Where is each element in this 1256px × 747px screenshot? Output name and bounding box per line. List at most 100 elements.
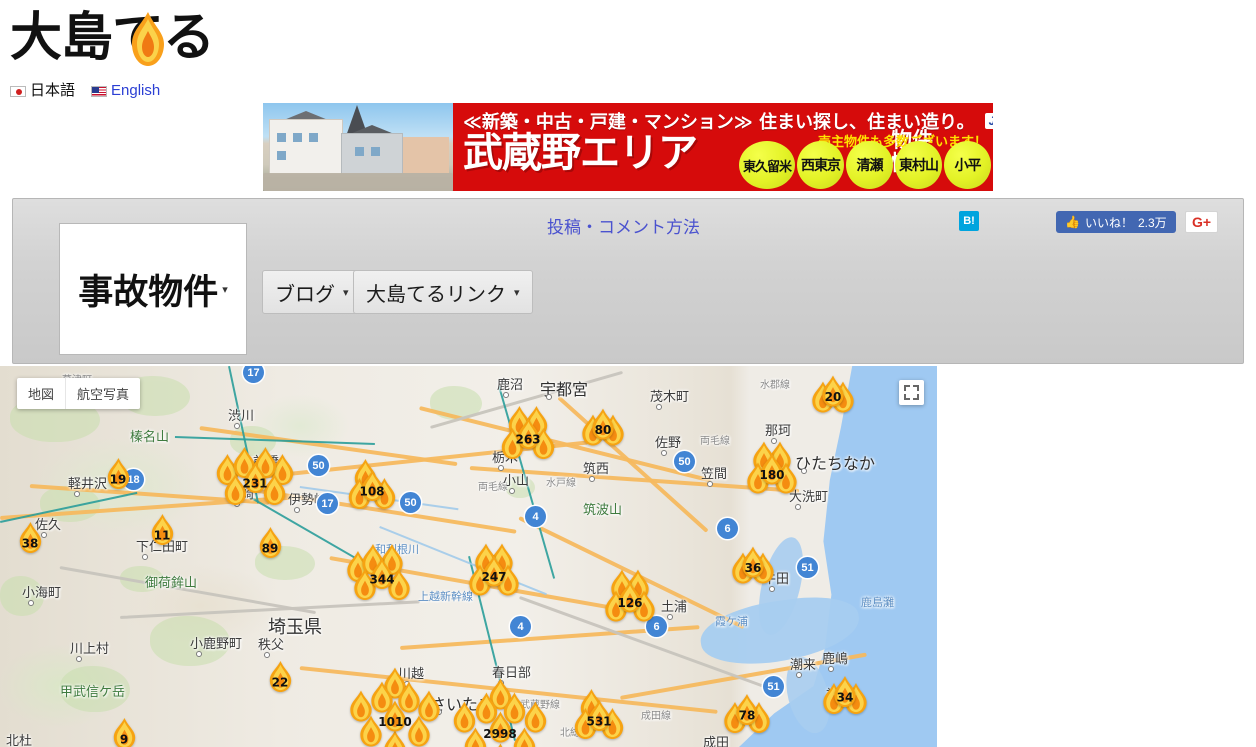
banner-area-chip[interactable]: 清瀬 bbox=[846, 141, 893, 189]
banner-main-text: 武蔵野エリア bbox=[463, 130, 698, 176]
flame-icon bbox=[19, 522, 42, 553]
map-place-dot bbox=[142, 554, 148, 560]
fullscreen-icon[interactable] bbox=[899, 380, 924, 405]
map-incident-marker[interactable]: 344 bbox=[347, 540, 413, 608]
map-incident-marker[interactable]: 2998 bbox=[453, 678, 547, 747]
post-comment-method-link[interactable]: 投稿・コメント方法 bbox=[547, 213, 700, 238]
flame-icon bbox=[761, 453, 783, 485]
flame-icon bbox=[113, 718, 136, 747]
map-place-label: 土浦 bbox=[661, 599, 688, 614]
map-incident-marker[interactable]: 1010 bbox=[350, 667, 440, 747]
map-place-label: 鹿島灘 bbox=[861, 597, 894, 609]
facebook-like-button[interactable]: 👍 いいね！ 2.3万 bbox=[1056, 211, 1176, 233]
map-incident-marker[interactable]: 531 bbox=[574, 689, 624, 743]
banner-area-chip[interactable]: 西東京 bbox=[797, 141, 844, 189]
map-place-label: 茂木町 bbox=[650, 389, 690, 404]
map-incident-marker[interactable]: 126 bbox=[605, 569, 656, 626]
map-route-shield: 50 bbox=[308, 455, 329, 476]
flame-icon bbox=[834, 676, 856, 707]
map-place-dot bbox=[656, 404, 662, 410]
flame-icon bbox=[259, 527, 282, 558]
map-place-dot bbox=[234, 423, 240, 429]
google-plus-button[interactable]: G+ bbox=[1185, 211, 1218, 233]
map-route-shield: 51 bbox=[797, 557, 818, 578]
map-place-label: 水戸線 bbox=[546, 478, 576, 489]
language-link-japanese[interactable]: 日本語 bbox=[10, 82, 75, 100]
map-place-dot bbox=[294, 507, 300, 513]
map-incident-marker[interactable]: 22 bbox=[263, 658, 297, 696]
language-link-english[interactable]: English bbox=[91, 82, 160, 100]
map-place-label: 両毛線 bbox=[700, 436, 730, 447]
map-canvas[interactable]: 草津町渋川宇都宮鹿沼茂木町那珂榛名山軽井沢佐久前橋高崎伊勢崎栃木両毛線小山水戸線… bbox=[0, 366, 937, 747]
flame-icon bbox=[736, 694, 758, 725]
map-place-label: 甲武信ケ岳 bbox=[60, 684, 126, 699]
map-place-label: ひたちなか bbox=[795, 456, 876, 473]
flame-icon bbox=[742, 546, 764, 578]
flame-icon bbox=[483, 555, 505, 587]
map-type-controls[interactable]: 地図 航空写真 bbox=[17, 378, 141, 409]
map-place-dot bbox=[769, 586, 775, 592]
language-label-japanese: 日本語 bbox=[30, 82, 76, 99]
map-incident-marker[interactable]: 20 bbox=[812, 371, 854, 413]
map-route-shield: 50 bbox=[400, 492, 421, 513]
map-place-dot bbox=[589, 476, 595, 482]
map-incident-marker[interactable]: 34 bbox=[823, 669, 867, 715]
banner-area-chip[interactable]: 東久留米 bbox=[739, 141, 795, 189]
language-bar: 日本語 English bbox=[10, 81, 160, 101]
hatena-bookmark-button[interactable]: B! bbox=[959, 211, 979, 231]
banner-ad-photo bbox=[263, 103, 453, 191]
flame-icon bbox=[384, 700, 406, 732]
map-incident-marker[interactable]: 36 bbox=[732, 542, 774, 584]
map-incident-marker[interactable]: 19 bbox=[101, 455, 135, 493]
thumbs-up-icon: 👍 bbox=[1065, 215, 1080, 229]
map-place-label: 北杜 bbox=[6, 733, 33, 747]
map-incident-marker[interactable]: 263 bbox=[501, 404, 555, 464]
map-incident-marker[interactable]: 89 bbox=[253, 524, 287, 562]
map-place-dot bbox=[795, 504, 801, 510]
map-place-dot bbox=[509, 488, 515, 494]
map-incident-marker[interactable]: 80 bbox=[582, 404, 624, 446]
banner-brand-jgroup: Jgroup bbox=[984, 113, 993, 129]
nav-button-blog[interactable]: ブログ ▾ bbox=[262, 270, 362, 314]
navigation-panel: 投稿・コメント方法 B! 👍 いいね！ 2.3万 G+ 事故物件 ▾ ブログ ▾… bbox=[12, 198, 1244, 364]
map-incident-marker[interactable]: 38 bbox=[13, 519, 47, 557]
flag-usa-icon bbox=[91, 85, 108, 97]
page-root: 大島てる 日本語 English ≪新築・中古・戸建・マンション≫ 住まい探し、… bbox=[0, 0, 1256, 747]
nav-button-oshimaland-links[interactable]: 大島てるリンク ▾ bbox=[353, 270, 533, 314]
map-place-label: 鹿嶋 bbox=[822, 651, 849, 666]
language-label-english: English bbox=[111, 82, 161, 99]
map-place-label: 成田線 bbox=[641, 711, 671, 722]
map-incident-marker[interactable]: 180 bbox=[747, 441, 798, 498]
map-incident-marker[interactable]: 247 bbox=[469, 543, 520, 600]
flame-icon bbox=[371, 558, 393, 589]
map-place-label: 佐野 bbox=[655, 435, 682, 450]
map-route-shield: 17 bbox=[317, 493, 338, 514]
flame-icon bbox=[489, 711, 512, 743]
facebook-like-count: 2.3万 bbox=[1137, 215, 1167, 230]
map-incident-marker[interactable]: 9 bbox=[107, 715, 141, 747]
map-incident-marker[interactable]: 231 bbox=[216, 440, 294, 516]
brand-menu-label: 事故物件 bbox=[78, 272, 219, 313]
banner-area-chip[interactable]: 小平 bbox=[944, 141, 991, 189]
map-type-button-satellite[interactable]: 航空写真 bbox=[65, 378, 140, 409]
map-place-dot bbox=[796, 672, 802, 678]
flame-icon bbox=[517, 418, 540, 449]
flag-japan-icon bbox=[10, 85, 26, 97]
nav-button-blog-label: ブログ bbox=[275, 283, 335, 306]
map-place-label: 成田 bbox=[703, 735, 730, 747]
map-place-dot bbox=[661, 450, 667, 456]
map-incident-marker[interactable]: 108 bbox=[348, 459, 396, 512]
map-type-button-map[interactable]: 地図 bbox=[17, 378, 65, 409]
map-incident-marker[interactable]: 11 bbox=[145, 511, 179, 549]
brand-menu-button[interactable]: 事故物件 ▾ bbox=[59, 223, 247, 355]
banner-area-chip[interactable]: 東村山 bbox=[895, 141, 942, 189]
map-incident-marker[interactable]: 78 bbox=[724, 686, 770, 734]
map-place-label: 霞ケ浦 bbox=[715, 616, 748, 628]
map-place-dot bbox=[707, 481, 713, 487]
site-logo[interactable]: 大島てる bbox=[10, 6, 240, 78]
chevron-down-icon: ▾ bbox=[222, 283, 228, 296]
banner-ad[interactable]: ≪新築・中古・戸建・マンション≫ 住まい探し、住まい造り。 Jgroup 株式会… bbox=[263, 103, 993, 191]
map-place-dot bbox=[28, 600, 34, 606]
site-logo-text: 大島てる bbox=[10, 7, 215, 68]
flame-icon bbox=[107, 458, 130, 489]
